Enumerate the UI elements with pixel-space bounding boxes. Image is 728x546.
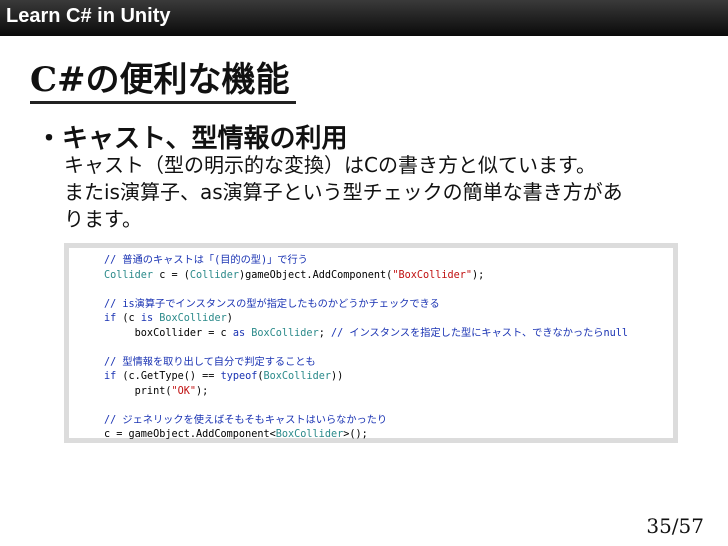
header-bar: Learn C# in Unity bbox=[0, 0, 728, 36]
code-block: // 普通のキャストは「(目的の型)」で行う Collider c = (Coll… bbox=[64, 243, 678, 443]
slide-title: C#の便利な機能 bbox=[30, 60, 290, 100]
code-token: Collider bbox=[189, 269, 239, 281]
code-token: c = gameObject.AddComponent< bbox=[104, 429, 276, 440]
code-token: print( bbox=[104, 385, 172, 397]
code-token: BoxCollider bbox=[159, 313, 227, 324]
code-token: "OK" bbox=[171, 385, 197, 397]
body-line: またis演算子、as演算子という型チェックの簡単な書き方があ bbox=[64, 180, 623, 204]
code-token: typeof bbox=[220, 371, 258, 382]
code-token: ); bbox=[196, 385, 209, 397]
code-line: c = gameObject.AddComponent<BoxCollider>… bbox=[104, 428, 673, 443]
code-line: // ジェネリックを使えばそもそもキャストはいらなかったり bbox=[104, 414, 673, 429]
code-token: Collider bbox=[104, 269, 154, 281]
code-token: as bbox=[232, 327, 246, 339]
code-line: print("OK"); bbox=[104, 385, 673, 400]
code-token: (c bbox=[116, 313, 141, 324]
header-title: Learn C# in Unity bbox=[6, 5, 171, 27]
code-line: // 普通のキャストは「(目的の型)」で行う bbox=[104, 254, 673, 269]
code-block-inner: // 普通のキャストは「(目的の型)」で行う Collider c = (Coll… bbox=[69, 248, 673, 440]
code-line: // 型情報を取り出して自分で判定することも bbox=[104, 356, 673, 371]
code-token: ); bbox=[472, 269, 485, 281]
code-token: // is演算子でインスタンスの型が指定したものかどうかチェックできる bbox=[104, 298, 440, 310]
code-token: c = ( bbox=[153, 269, 190, 281]
code-token: // ジェネリックを使えばそもそもキャストはいらなかったり bbox=[104, 414, 388, 426]
code-line: boxCollider = c as BoxCollider; // インスタン… bbox=[104, 327, 673, 342]
code-token: BoxCollider bbox=[263, 371, 331, 382]
bullet-heading: ・キャスト、型情報の利用 bbox=[36, 124, 348, 154]
code-line: if (c.GetType() == typeof(BoxCollider)) bbox=[104, 370, 673, 385]
code-token: if bbox=[104, 313, 117, 324]
code-token: boxCollider = c bbox=[104, 327, 233, 339]
body-text: キャスト（型の明示的な変換）はCの書き方と似ています。 またis演算子、as演算… bbox=[64, 152, 704, 233]
code-token: BoxCollider bbox=[275, 429, 344, 440]
code-token: (c.GetType() == bbox=[116, 371, 221, 382]
code-line: Collider c = (Collider)gameObject.AddCom… bbox=[104, 269, 673, 284]
code-token: >(); bbox=[343, 429, 368, 440]
code-token: )gameObject.AddComponent( bbox=[238, 269, 393, 281]
body-line: ります。 bbox=[64, 207, 142, 231]
code-token: // 型情報を取り出して自分で判定することも bbox=[104, 356, 316, 368]
code-token: ; bbox=[318, 327, 331, 339]
page-number: 35/57 bbox=[646, 514, 704, 538]
code-token: )) bbox=[330, 371, 344, 382]
body-line: キャスト（型の明示的な変換）はCの書き方と似ています。 bbox=[64, 153, 596, 177]
code-token: "BoxCollider" bbox=[392, 269, 473, 281]
code-line: // is演算子でインスタンスの型が指定したものかどうかチェックできる bbox=[104, 298, 673, 313]
code-token: // 普通のキャストは「(目的の型)」で行う bbox=[104, 255, 308, 266]
code-token: if bbox=[104, 371, 117, 382]
title-underline bbox=[30, 101, 296, 104]
code-token: ) bbox=[226, 313, 233, 324]
code-token: // インスタンスを指定した型にキャスト、できなかったらnull bbox=[330, 327, 628, 339]
code-token: BoxCollider bbox=[251, 327, 319, 339]
code-token: is bbox=[140, 313, 154, 324]
code-line: if (c is BoxCollider) bbox=[104, 312, 673, 327]
